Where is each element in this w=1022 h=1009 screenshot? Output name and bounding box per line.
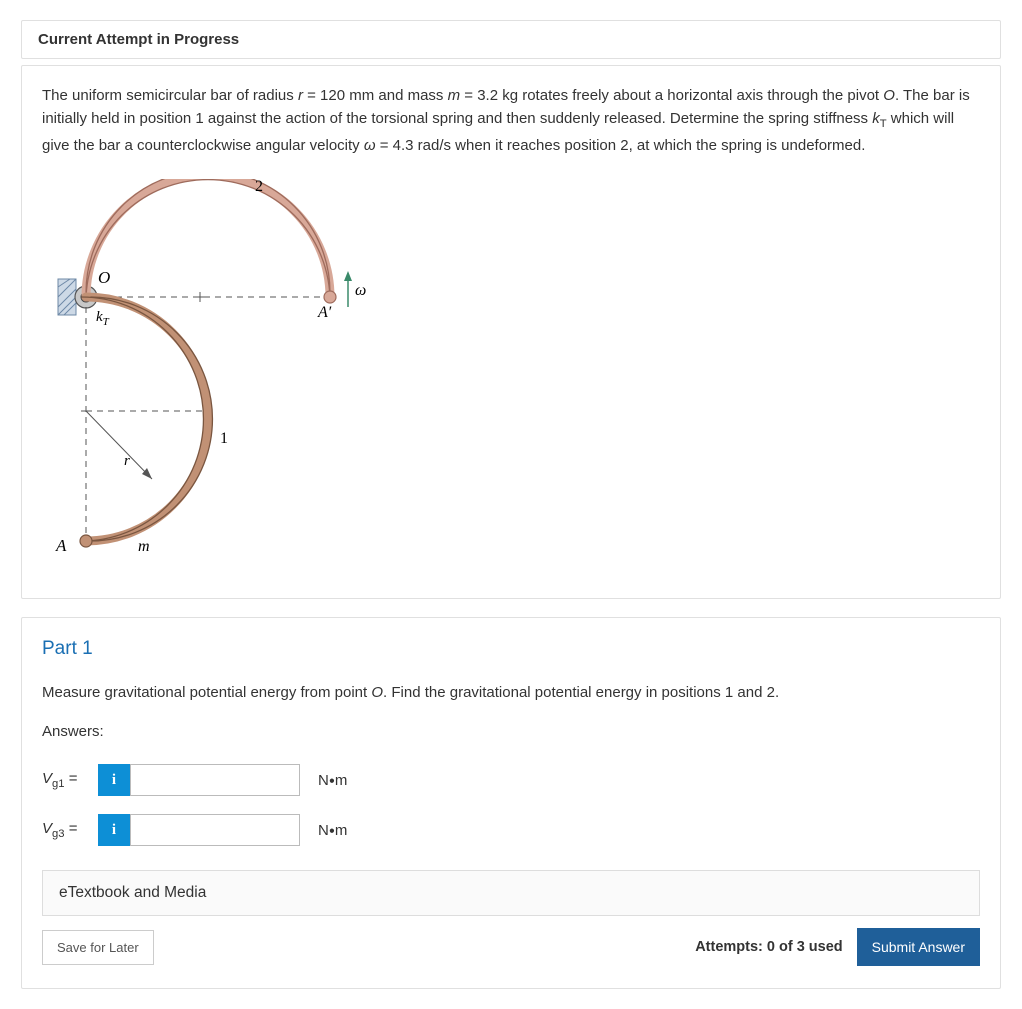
- answers-label: Answers:: [42, 723, 980, 740]
- part-title: Part 1: [42, 638, 980, 660]
- label-2: 2: [255, 179, 263, 195]
- svg-text:kT: kT: [96, 309, 110, 328]
- text: The uniform semicircular bar of radius: [42, 87, 298, 104]
- semicircular-bar-diagram: O kT 2 ω A′ 1 r A m: [42, 179, 372, 569]
- eq: =: [65, 820, 78, 837]
- variable-label: Vg3 =: [42, 820, 86, 840]
- V-sub: g3: [52, 828, 65, 840]
- answer-input-vg1[interactable]: [130, 764, 300, 796]
- unit-N: N: [318, 772, 329, 789]
- V-sym: V: [42, 820, 52, 837]
- info-button[interactable]: i: [98, 814, 130, 846]
- O-symbol: O: [371, 684, 383, 701]
- problem-statement: The uniform semicircular bar of radius r…: [42, 84, 980, 157]
- label-O: O: [98, 268, 110, 287]
- eq: =: [65, 770, 78, 787]
- unit-m: m: [335, 772, 348, 789]
- etextbook-media-button[interactable]: eTextbook and Media: [42, 870, 980, 916]
- label-1: 1: [220, 430, 228, 447]
- attempt-header: Current Attempt in Progress: [21, 20, 1001, 59]
- submit-answer-button[interactable]: Submit Answer: [857, 928, 980, 966]
- m-symbol: m: [448, 87, 461, 104]
- O-symbol: O: [883, 87, 895, 104]
- text: = 120 mm and mass: [303, 87, 448, 104]
- label-m: m: [138, 538, 150, 555]
- footer-row: Save for Later Attempts: 0 of 3 used Sub…: [42, 928, 980, 966]
- attempts-text: Attempts: 0 of 3 used: [695, 939, 842, 955]
- label-A-prime: A′: [317, 304, 332, 321]
- k-symbol: k: [872, 110, 880, 127]
- text: Measure gravitational potential energy f…: [42, 684, 371, 701]
- label-omega: ω: [355, 282, 366, 299]
- unit-label: N●m: [318, 772, 347, 789]
- unit-label: N●m: [318, 822, 347, 839]
- problem-card: The uniform semicircular bar of radius r…: [21, 65, 1001, 599]
- part-card: Part 1 Measure gravitational potential e…: [21, 617, 1001, 989]
- text: = 3.2 kg rotates freely about a horizont…: [460, 87, 883, 104]
- answer-input-vg3[interactable]: [130, 814, 300, 846]
- label-kT-T: T: [103, 316, 110, 328]
- part-instruction: Measure gravitational potential energy f…: [42, 684, 980, 701]
- save-for-later-button[interactable]: Save for Later: [42, 930, 154, 965]
- unit-m: m: [335, 822, 348, 839]
- answer-row-vg3: Vg3 = i N●m: [42, 814, 980, 846]
- label-r: r: [124, 453, 130, 469]
- V-sym: V: [42, 770, 52, 787]
- text: . Find the gravitational potential energ…: [383, 684, 779, 701]
- variable-label: Vg1 =: [42, 770, 86, 790]
- V-sub: g1: [52, 778, 65, 790]
- omega-symbol: ω: [364, 137, 376, 154]
- figure: O kT 2 ω A′ 1 r A m: [42, 179, 980, 576]
- answer-row-vg1: Vg1 = i N●m: [42, 764, 980, 796]
- unit-N: N: [318, 822, 329, 839]
- text: = 4.3 rad/s when it reaches position 2, …: [376, 137, 866, 154]
- T-subscript: T: [880, 118, 887, 130]
- info-button[interactable]: i: [98, 764, 130, 796]
- label-A: A: [55, 536, 67, 555]
